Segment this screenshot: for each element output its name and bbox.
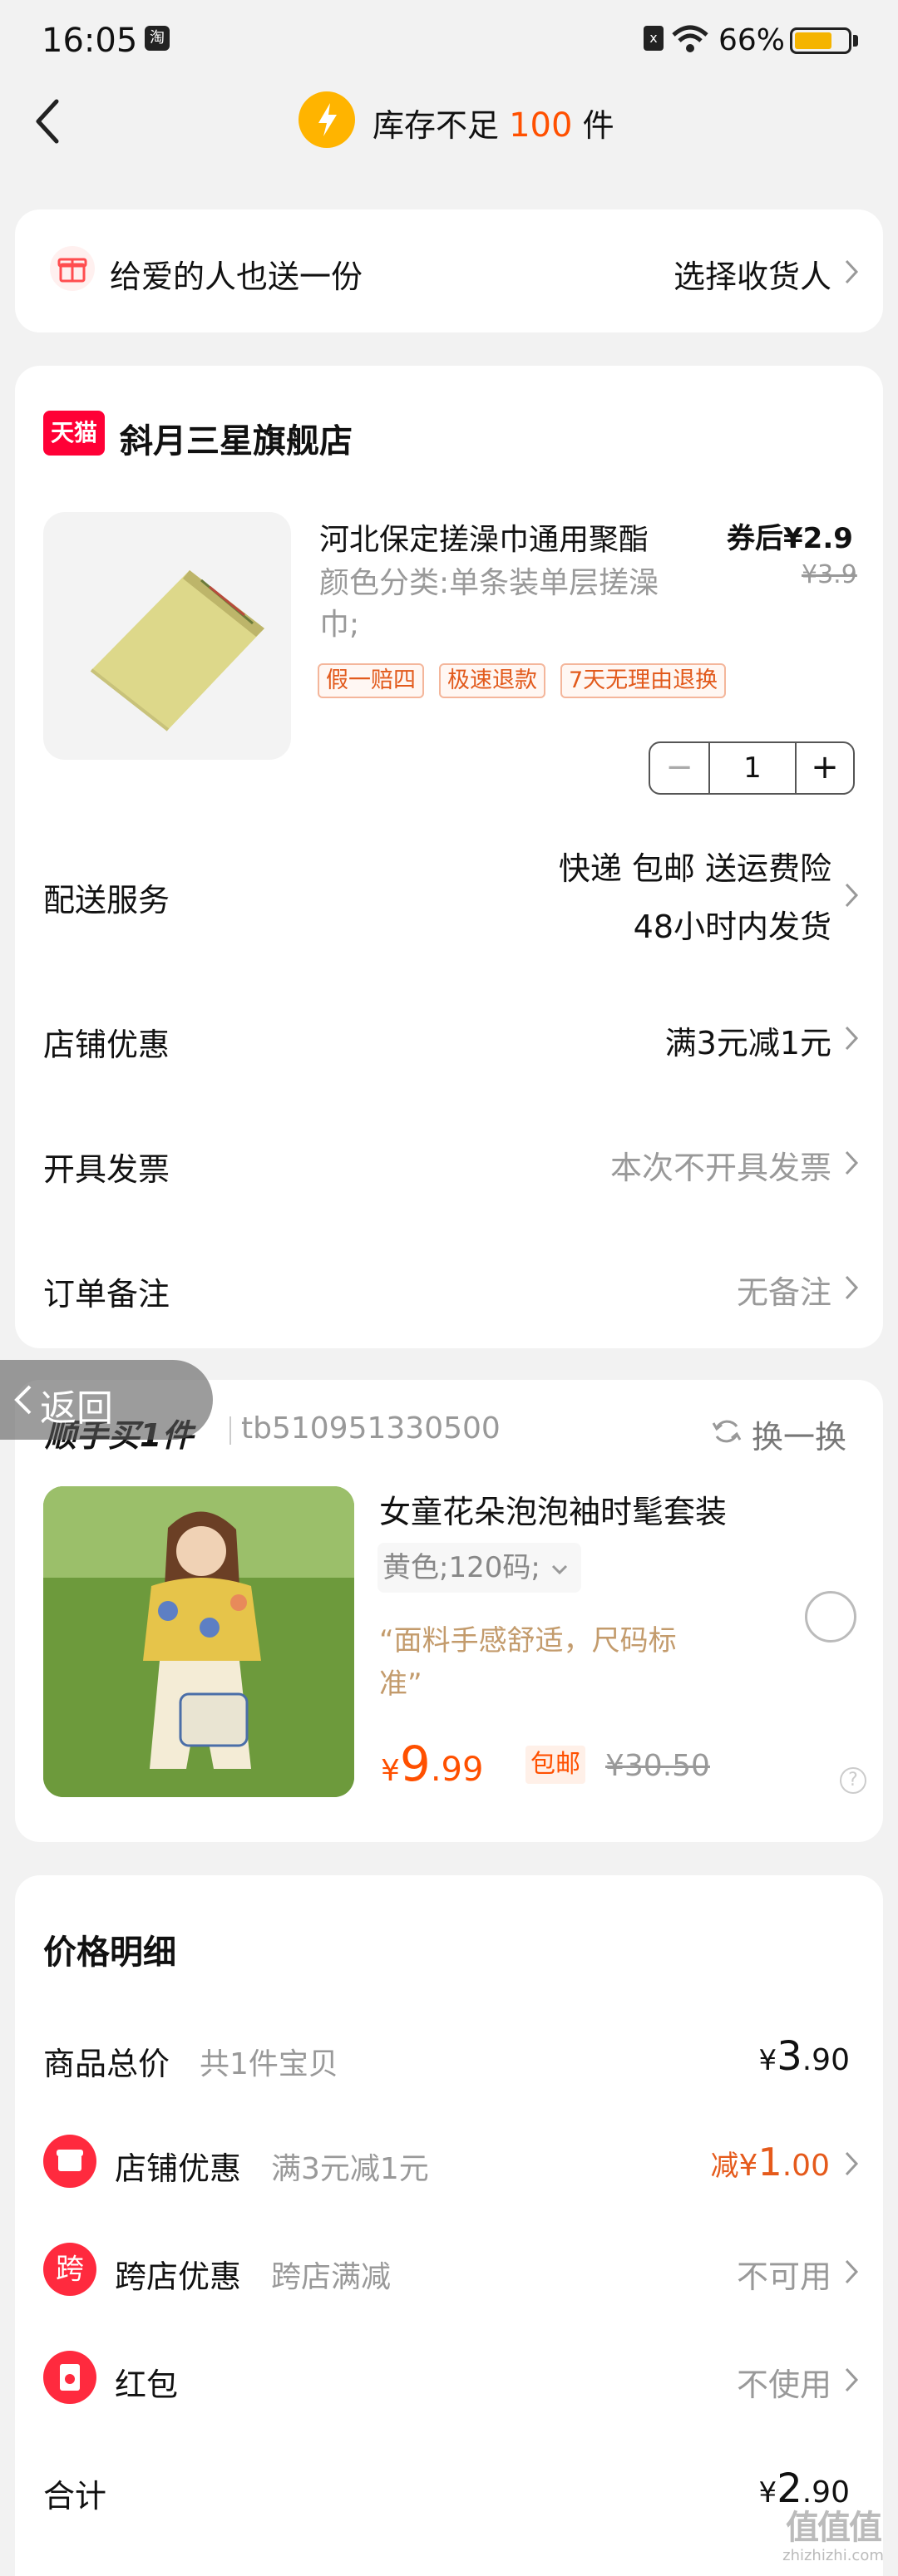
invoice-row[interactable]: 开具发票 本次不开具发票 (15, 1114, 883, 1214)
addon-review-quote: “面料手感舒适，尺码标 (379, 1624, 677, 1657)
wifi-icon (672, 25, 708, 52)
floating-back-button[interactable]: 返回 (0, 1360, 213, 1440)
gift-label: 给爱的人也送一份 (110, 259, 363, 295)
quantity-plus-button[interactable]: + (795, 743, 853, 793)
delivery-time: 48小时内发货 (633, 909, 831, 945)
shop-discount-amount[interactable]: 减¥1.00 (711, 2140, 830, 2184)
chevron-right-icon (845, 2151, 859, 2176)
shop-discount-detail-label: 店铺优惠 (115, 2150, 242, 2187)
order-note-row[interactable]: 订单备注 无备注 (15, 1239, 883, 1338)
battery-icon (790, 27, 851, 54)
product-image[interactable] (43, 512, 291, 760)
product-title[interactable]: 河北保定搓澡巾通用聚酯 (319, 515, 649, 559)
status-bar: 16:05 淘 x 66% (0, 0, 898, 83)
gift-icon (50, 246, 95, 291)
gift-card[interactable]: 给爱的人也送一份 选择收货人 (15, 209, 883, 332)
status-time: 16:05 (42, 22, 138, 60)
sum-label: 合计 (43, 2478, 107, 2514)
chevron-right-icon (845, 1026, 859, 1051)
addon-original-price: ¥30.50 (605, 1749, 710, 1783)
delivery-service-row[interactable]: 配送服务 快递 包邮 送运费险 48小时内发货 (15, 831, 883, 964)
tag-7day-return: 7天无理由退换 (560, 663, 727, 698)
watermark: 值值值 zhizhizhi.com (782, 2509, 884, 2564)
cross-store-icon: 跨 (43, 2243, 96, 2296)
delivery-label: 配送服务 (43, 882, 170, 919)
chevron-right-icon (845, 1150, 859, 1175)
tag-fast-refund: 极速退款 (439, 663, 545, 698)
taobao-app-icon: 淘 (145, 26, 170, 51)
red-packet-value[interactable]: 不使用 (737, 2359, 831, 2405)
refresh-button[interactable]: 换一换 (752, 1411, 846, 1457)
help-icon[interactable]: ? (840, 1767, 866, 1794)
price-detail-card: 价格明细 商品总价 共1件宝贝 ¥3.90 店铺优惠 满3元减1元 减¥1.00… (15, 1875, 883, 2576)
quantity-minus-button[interactable]: − (650, 743, 710, 793)
chevron-left-icon (14, 1385, 32, 1415)
addon-variant-select[interactable]: 黄色;120码; (377, 1543, 581, 1593)
sum-price: ¥2.90 (758, 2465, 850, 2512)
invoice-value: 本次不开具发票 (609, 1150, 831, 1186)
back-arrow-icon[interactable] (32, 98, 62, 145)
refresh-icon[interactable] (710, 1415, 743, 1448)
total-price: ¥3.90 (758, 2033, 850, 2080)
quantity-input[interactable]: 1 (710, 743, 795, 793)
addon-select-radio[interactable] (805, 1591, 856, 1643)
product-variant-cont: 巾; (319, 608, 360, 642)
cross-store-label: 跨店优惠 (115, 2258, 242, 2295)
cross-store-value[interactable]: 不可用 (737, 2251, 831, 2297)
shop-name[interactable]: 斜月三星旗舰店 (120, 414, 353, 462)
original-price: ¥3.9 (802, 560, 857, 589)
select-recipient-link[interactable]: 选择收货人 (674, 251, 831, 297)
total-label: 商品总价 (43, 2046, 170, 2082)
quantity-stepper: − 1 + (649, 741, 855, 795)
red-packet-icon (43, 2351, 96, 2404)
product-variant: 颜色分类:单条装单层搓澡 (319, 566, 659, 600)
cross-store-sub: 跨店满减 (271, 2260, 392, 2294)
chevron-right-icon (845, 883, 859, 908)
total-count: 共1件宝贝 (200, 2047, 338, 2081)
stock-count: 100 (509, 106, 573, 145)
invoice-label: 开具发票 (43, 1151, 170, 1188)
shop-icon (43, 2135, 96, 2188)
coupon-price: 券后¥2.9 (727, 522, 853, 555)
shop-discount-value: 满3元减1元 (664, 1025, 831, 1061)
shop-discount-row[interactable]: 店铺优惠 满3元减1元 (15, 989, 883, 1089)
shop-card: 天猫 斜月三星旗舰店 河北保定搓澡巾通用聚酯 颜色分类:单条装单层搓澡 巾; 券… (15, 366, 883, 1348)
addon-review-quote-cont: 准” (379, 1667, 422, 1701)
tag-fake-compensation: 假一赔四 (318, 663, 424, 698)
stock-warning: 库存不足 100 件 (373, 106, 614, 145)
addon-card: 顺手买1件 tb510951330500 换一换 女童花朵泡泡袖时髦套装 黄色;… (15, 1380, 883, 1842)
sim-icon: x (644, 26, 664, 51)
addon-product-title[interactable]: 女童花朵泡泡袖时髦套装 (379, 1486, 727, 1532)
red-packet-label: 红包 (115, 2367, 179, 2403)
battery-percent: 66% (718, 23, 786, 57)
chevron-down-icon (551, 1564, 567, 1574)
order-note-label: 订单备注 (43, 1276, 170, 1313)
shop-discount-label: 店铺优惠 (43, 1027, 170, 1063)
addon-price: ¥9.99 (381, 1736, 484, 1792)
order-note-value: 无备注 (736, 1274, 831, 1311)
shop-discount-detail-sub[interactable]: 满3元减1元 (271, 2145, 429, 2188)
chevron-right-icon (845, 2367, 859, 2392)
price-detail-title: 价格明细 (43, 1933, 176, 1972)
free-shipping-badge: 包邮 (525, 1746, 585, 1784)
addon-id: tb510951330500 (241, 1411, 501, 1446)
addon-product-image[interactable] (43, 1486, 354, 1797)
delivery-value: 快递 包邮 送运费险 (558, 850, 831, 887)
tmall-badge: 天猫 (43, 411, 105, 456)
chevron-right-icon (845, 259, 859, 284)
chevron-right-icon (845, 1275, 859, 1300)
lightning-icon (299, 91, 355, 148)
chevron-right-icon (845, 2259, 859, 2284)
